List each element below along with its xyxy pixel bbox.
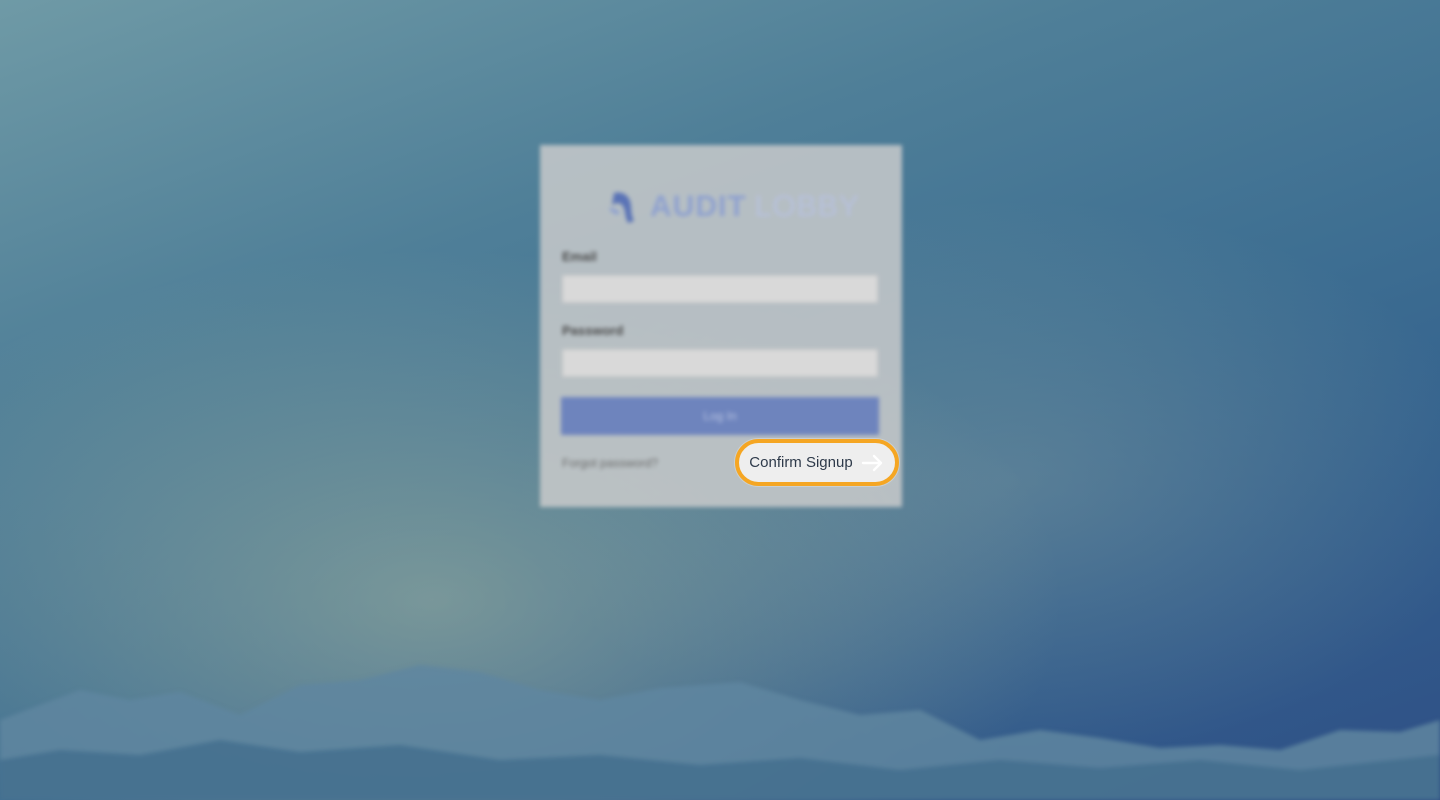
- email-label: Email: [562, 249, 597, 264]
- forgot-password-link[interactable]: Forgot password?: [562, 456, 658, 470]
- arrow-right-icon: [861, 454, 882, 471]
- confirm-signup-label: Confirm Signup: [749, 454, 853, 471]
- logo-mark-icon: [610, 192, 634, 223]
- logo-secondary-text: LOBBY: [754, 190, 860, 223]
- login-backdrop: AUDIT LOBBY Email Password Log In Forgot …: [0, 0, 1440, 800]
- email-field[interactable]: [562, 275, 878, 303]
- brand-logo: AUDIT LOBBY: [608, 185, 860, 229]
- password-field[interactable]: [562, 349, 878, 377]
- password-label: Password: [562, 323, 624, 338]
- login-button[interactable]: Log In: [561, 397, 879, 435]
- logo-primary-text: AUDIT: [650, 190, 747, 223]
- confirm-signup-button[interactable]: Confirm Signup: [735, 439, 899, 486]
